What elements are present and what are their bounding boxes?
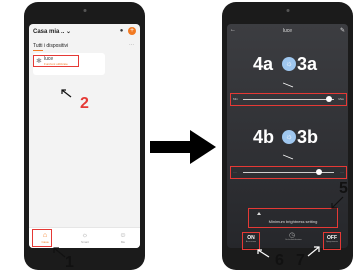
slider-2-knob[interactable] <box>316 169 323 175</box>
annotation-3b: 3b <box>297 127 319 147</box>
nav-me-label: Me <box>120 240 126 244</box>
left-phone: Casa mia .. ⌄ ● + Tutti i dispositivi ··… <box>24 2 145 270</box>
section-underline <box>33 50 43 51</box>
annotation-2: 2 <box>80 95 89 112</box>
slider-1-min: Min <box>233 97 238 101</box>
arrow-1-icon <box>53 247 66 258</box>
nav-highlight <box>32 229 52 247</box>
slider-2-max: ···· <box>340 170 344 174</box>
off-sub: Spegnimento <box>326 241 338 243</box>
slider-2[interactable]: ···· ···· <box>230 166 347 179</box>
camera-icon <box>83 9 86 12</box>
annotation-6: 6 <box>275 252 284 269</box>
camera-icon <box>286 9 289 12</box>
on-sub: Accensione <box>245 241 257 243</box>
annotation-4b: 4b <box>253 127 275 147</box>
nav-me[interactable]: ☺ Me <box>115 232 131 244</box>
arrow-7-icon <box>307 246 320 257</box>
device-title: luce <box>282 28 293 34</box>
arrow-5-icon <box>331 196 344 209</box>
section-title: Tutti i dispositivi <box>33 43 69 49</box>
slider-1-knob[interactable] <box>325 96 332 102</box>
slider-1-track <box>243 99 334 100</box>
nav-smart[interactable]: ☼ Smart <box>77 232 93 244</box>
timer-button[interactable]: ◷ Ora/schedulazione <box>285 231 302 241</box>
add-icon[interactable]: + <box>128 27 136 35</box>
triangle-icon <box>257 212 261 215</box>
min-brightness-label: Minimum brightness setting <box>268 219 318 224</box>
annotation-1: 1 <box>65 254 74 271</box>
arrow-3b-icon <box>283 154 294 160</box>
home-screen: Casa mia .. ⌄ ● + Tutti i dispositivi ··… <box>29 24 140 248</box>
annotation-3a: 3a <box>297 54 318 74</box>
mic-icon[interactable]: ● <box>119 28 124 35</box>
off-button[interactable]: OFF Spegnimento <box>323 232 341 250</box>
more-icon[interactable]: ··· <box>129 42 134 48</box>
header-actions: ● + <box>119 27 136 35</box>
right-phone: ← luce ✎ 4a ☼ 3a Min Max 4b ☼ 3b ···· ··… <box>222 2 353 270</box>
annotation-4a: 4a <box>253 54 274 74</box>
arrow-2-icon <box>61 89 72 98</box>
big-arrow-icon <box>150 130 216 164</box>
annotation-7: 7 <box>296 252 305 269</box>
slider-2-min: ···· <box>233 170 237 174</box>
home-title[interactable]: Casa mia .. ⌄ <box>33 28 71 35</box>
clock-icon: ◷ <box>288 232 296 239</box>
arrow-6-icon <box>257 249 270 258</box>
slider-1-max: Max <box>338 97 344 101</box>
profile-icon: ☺ <box>119 232 127 239</box>
bottom-nav: ⌂ Casa ☼ Smart ☺ Me <box>29 227 140 248</box>
smart-icon: ☼ <box>81 232 89 239</box>
min-brightness-box[interactable]: Minimum brightness setting <box>248 208 338 228</box>
edit-icon[interactable]: ✎ <box>340 27 345 34</box>
brightness-icon: ☼ <box>282 130 296 144</box>
slider-1[interactable]: Min Max <box>230 93 347 106</box>
brightness-icon: ☼ <box>282 57 296 71</box>
arrow-3a-icon <box>283 82 294 88</box>
timer-sub: Ora/schedulazione <box>285 239 302 241</box>
nav-smart-label: Smart <box>80 240 89 244</box>
device-highlight <box>33 55 79 67</box>
